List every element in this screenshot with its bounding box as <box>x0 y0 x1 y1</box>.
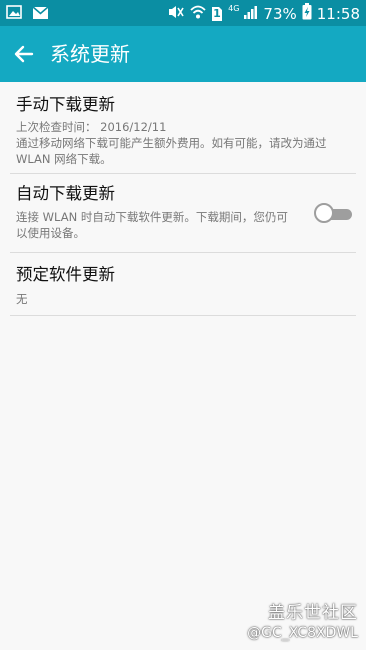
last-check-time: 上次检查时间： 2016/12/11 <box>16 120 167 134</box>
mute-icon <box>167 4 185 24</box>
signal-icon <box>244 4 258 23</box>
page-title: 系统更新 <box>50 42 130 66</box>
sim-slot-number: 1 <box>213 6 221 20</box>
auto-download-title: 自动下载更新 <box>16 184 115 203</box>
wifi-icon <box>190 4 206 24</box>
toggle-knob <box>314 203 334 223</box>
settings-list: 手动下载更新 上次检查时间： 2016/12/11 通过移动网络下载可能产生额外… <box>0 82 366 316</box>
network-type: 4G <box>228 4 240 13</box>
auto-download-toggle[interactable] <box>314 203 356 224</box>
manual-download-update-item[interactable]: 手动下载更新 上次检查时间： 2016/12/11 通过移动网络下载可能产生额外… <box>10 82 356 174</box>
auto-download-description: 连接 WLAN 时自动下载软件更新。下载期间，您仍可以使用设备。 <box>16 210 288 240</box>
status-bar: 1 4G 73% 11:58 <box>0 0 366 26</box>
auto-download-update-item[interactable]: 自动下载更新 连接 WLAN 时自动下载软件更新。下载期间，您仍可以使用设备。 <box>10 174 356 253</box>
mail-icon <box>32 5 49 24</box>
sim-icon: 1 <box>211 6 223 22</box>
gallery-icon <box>6 4 22 24</box>
watermark-community: 盖乐世社区 <box>268 603 358 623</box>
scheduled-update-item[interactable]: 预定软件更新 无 <box>10 253 356 316</box>
manual-download-description: 通过移动网络下载可能产生额外费用。如有可能，请改为通过 WLAN 网络下载。 <box>16 136 327 166</box>
battery-charging-icon <box>302 3 312 24</box>
arrow-left-icon[interactable] <box>10 40 38 68</box>
watermark: 盖乐世社区 @GC_XC8XDWL <box>247 602 358 642</box>
battery-percent: 73% <box>263 4 297 23</box>
manual-download-title: 手动下载更新 <box>16 95 115 114</box>
scheduled-update-title: 预定软件更新 <box>16 265 115 284</box>
app-bar: 系统更新 <box>0 26 366 82</box>
clock: 11:58 <box>316 4 360 23</box>
scheduled-update-value: 无 <box>16 292 28 306</box>
watermark-user: @GC_XC8XDWL <box>247 625 358 641</box>
